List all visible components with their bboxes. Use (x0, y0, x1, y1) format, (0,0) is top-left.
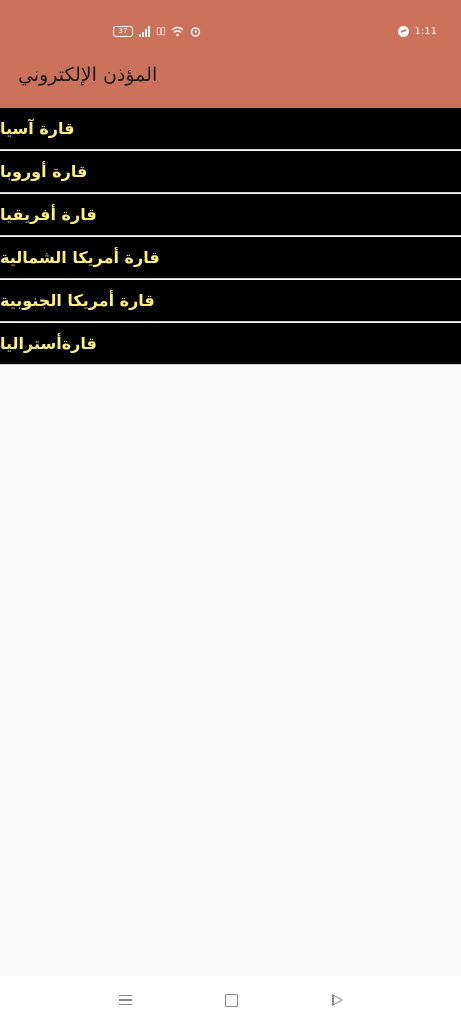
app-header: 37 ▯▯ 1:11 المؤذن الإلكتروني (0, 0, 461, 108)
list-item-africa[interactable]: قارة أفريقيا (0, 194, 461, 236)
system-nav-bar (0, 976, 461, 1024)
menu-icon[interactable] (115, 990, 135, 1010)
list-item-north-america[interactable]: قارة أمريكا الشمالية (0, 237, 461, 279)
volte-icon: ▯▯ (156, 25, 166, 37)
continent-list: قارة آسيا قارة أوروبا قارة أفريقيا قارة … (0, 108, 461, 365)
battery-icon: 37 (113, 25, 133, 37)
battery-level: 37 (118, 26, 128, 35)
status-icons-right: 1:11 (397, 22, 437, 40)
page-title: المؤذن الإلكتروني (18, 64, 158, 86)
wifi-icon (171, 26, 184, 36)
list-item-south-america[interactable]: قارة أمريكا الجنوبية (0, 280, 461, 322)
list-item-europe[interactable]: قارة أوروبا (0, 151, 461, 193)
list-item-australia[interactable]: قارةأستراليا (0, 323, 461, 365)
alarm-icon (190, 26, 201, 37)
app-root: 37 ▯▯ 1:11 المؤذن الإلكتروني قارة آسيا ق… (0, 0, 461, 1024)
signal-icon (139, 25, 150, 37)
list-item-asia[interactable]: قارة آسيا (0, 108, 461, 150)
status-bar: 37 ▯▯ 1:11 (0, 18, 461, 44)
messenger-icon (397, 25, 409, 37)
status-icons-left: 37 ▯▯ (113, 22, 201, 40)
status-time: 1:11 (414, 25, 437, 37)
back-icon[interactable] (327, 990, 347, 1010)
home-icon[interactable] (221, 990, 241, 1010)
